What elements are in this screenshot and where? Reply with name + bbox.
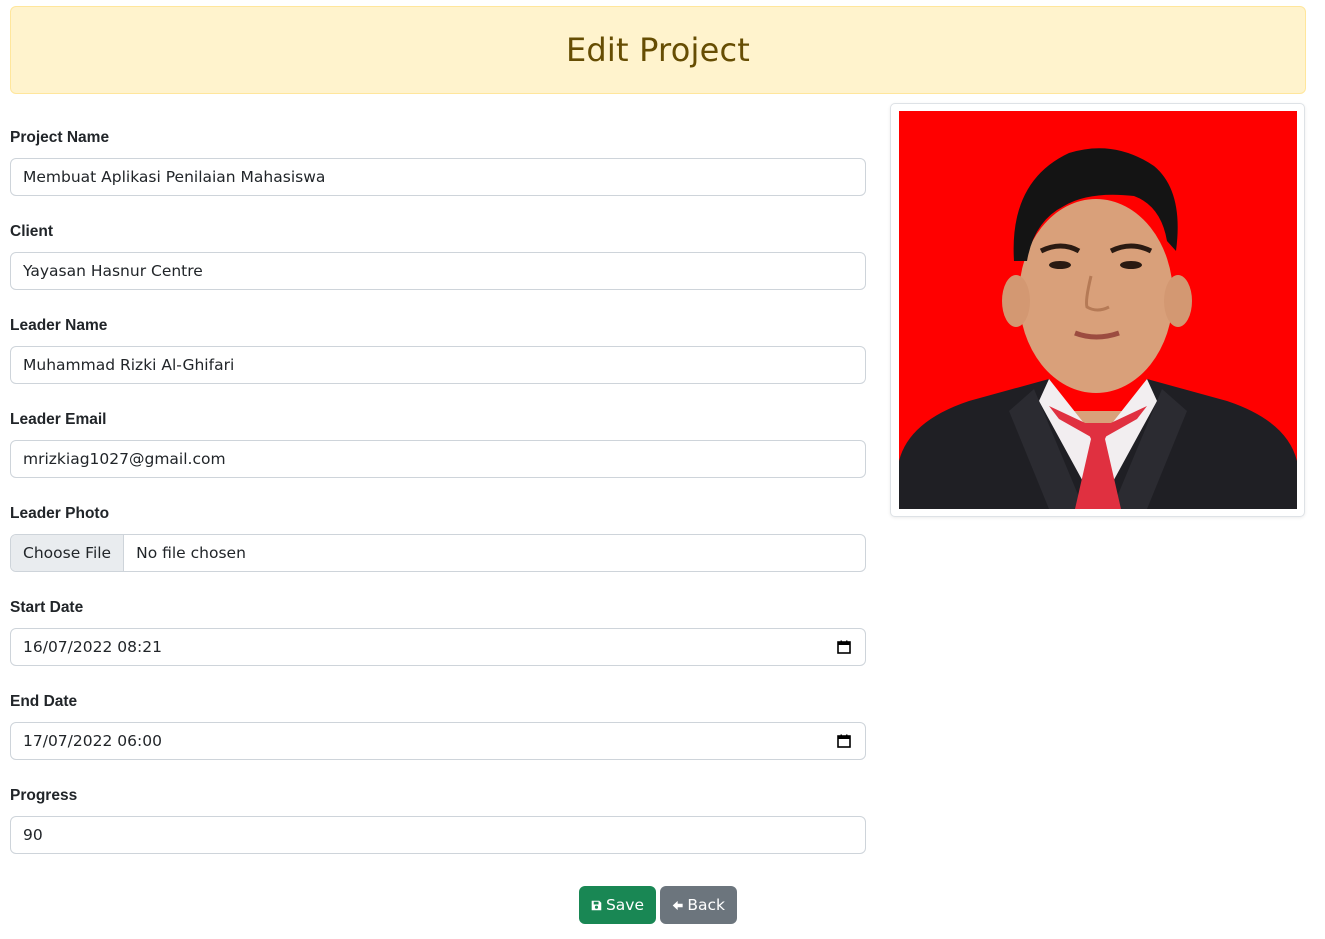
edit-project-form: Project Name Membuat Aplikasi Penilaian … [10,128,866,880]
leader-name-value: Muhammad Rizki Al-Ghifari [23,356,235,374]
start-date-label: Start Date [10,599,84,616]
project-name-label: Project Name [10,129,110,146]
progress-input[interactable]: 90 [10,816,866,854]
save-button[interactable]: Save [579,886,656,924]
progress-label: Progress [10,787,78,804]
field-end-date: End Date 17/07/2022 06:00 [10,692,866,786]
leader-name-label: Leader Name [10,317,108,334]
page-header: Edit Project [10,6,1306,94]
field-leader-name: Leader Name Muhammad Rizki Al-Ghifari [10,316,866,410]
leader-photo-card [890,103,1305,517]
file-status-text: No file chosen [136,544,246,562]
field-client: Client Yayasan Hasnur Centre [10,222,866,316]
page-title: Edit Project [565,31,751,69]
field-leader-photo: Leader Photo Choose File No file chosen [10,504,866,598]
end-date-input[interactable]: 17/07/2022 06:00 [10,722,866,760]
client-label: Client [10,223,54,240]
calendar-icon[interactable] [837,734,851,748]
project-name-value: Membuat Aplikasi Penilaian Mahasiswa [23,168,326,186]
back-button[interactable]: Back [660,886,737,924]
form-actions: Save Back [579,886,737,924]
leader-photo-file-input[interactable]: Choose File No file chosen [10,534,866,572]
field-project-name: Project Name Membuat Aplikasi Penilaian … [10,128,866,222]
field-leader-email: Leader Email mrizkiag1027@gmail.com [10,410,866,504]
end-date-label: End Date [10,693,78,710]
field-progress: Progress 90 [10,786,866,880]
client-input[interactable]: Yayasan Hasnur Centre [10,252,866,290]
choose-file-button[interactable]: Choose File [11,535,125,571]
start-date-input[interactable]: 16/07/2022 08:21 [10,628,866,666]
progress-value: 90 [23,826,43,844]
leader-email-label: Leader Email [10,411,107,428]
leader-photo-label: Leader Photo [10,505,110,522]
project-name-input[interactable]: Membuat Aplikasi Penilaian Mahasiswa [10,158,866,196]
leader-photo [899,111,1297,509]
floppy-disk-icon [591,900,602,910]
back-label: Back [687,896,725,914]
leader-email-input[interactable]: mrizkiag1027@gmail.com [10,440,866,478]
save-label: Save [605,896,644,914]
field-start-date: Start Date 16/07/2022 08:21 [10,598,866,692]
end-date-value: 17/07/2022 06:00 [23,732,162,750]
client-value: Yayasan Hasnur Centre [23,262,203,280]
arrow-left-icon [672,900,683,910]
leader-email-value: mrizkiag1027@gmail.com [23,450,226,468]
calendar-icon[interactable] [837,640,851,654]
start-date-value: 16/07/2022 08:21 [23,638,162,656]
leader-name-input[interactable]: Muhammad Rizki Al-Ghifari [10,346,866,384]
